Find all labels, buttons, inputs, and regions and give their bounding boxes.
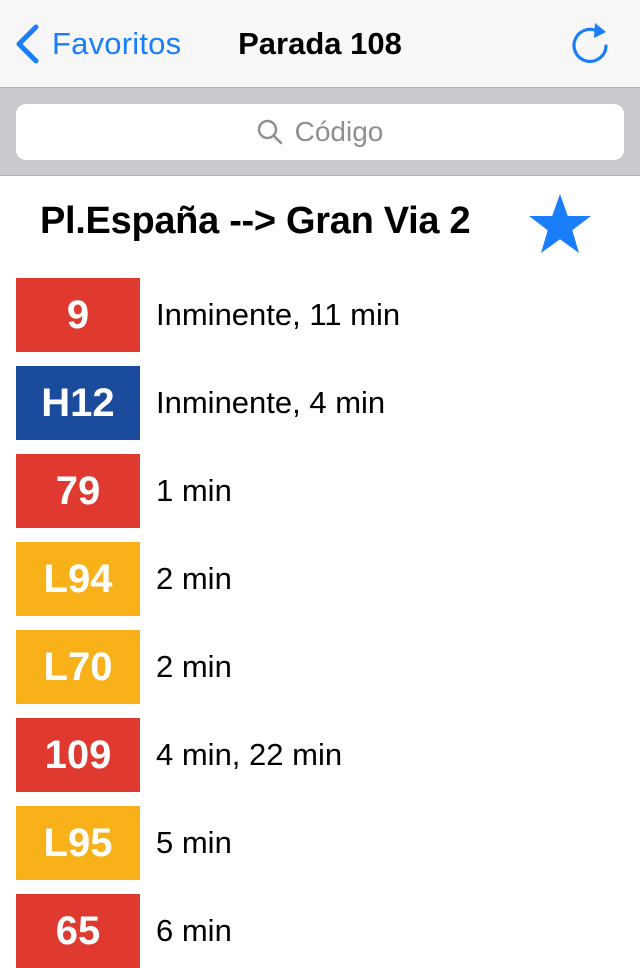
arrival-times: Inminente, 4 min bbox=[156, 385, 386, 420]
route-row[interactable]: 109 4 min, 22 min bbox=[0, 718, 640, 792]
arrival-times: 6 min bbox=[156, 913, 232, 948]
arrival-times: 4 min, 22 min bbox=[156, 737, 343, 772]
arrival-times: Inminente, 11 min bbox=[156, 297, 401, 332]
line-badge: 109 bbox=[16, 718, 140, 792]
route-row[interactable]: L94 2 min bbox=[0, 542, 640, 616]
refresh-button[interactable] bbox=[568, 20, 612, 66]
route-row[interactable]: 9 Inminente, 11 min bbox=[0, 278, 640, 352]
page-title: Parada 108 bbox=[0, 22, 640, 66]
arrival-times: 2 min bbox=[156, 649, 232, 684]
star-icon[interactable] bbox=[528, 192, 592, 256]
route-row[interactable]: L95 5 min bbox=[0, 806, 640, 880]
line-badge: 9 bbox=[16, 278, 140, 352]
route-row[interactable]: 79 1 min bbox=[0, 454, 640, 528]
arrival-times: 2 min bbox=[156, 561, 232, 596]
line-badge: L70 bbox=[16, 630, 140, 704]
search-input[interactable]: Código bbox=[16, 104, 624, 160]
search-bar: Código bbox=[0, 88, 640, 176]
stop-header: Pl.España --> Gran Via 2 bbox=[0, 176, 640, 274]
line-badge: H12 bbox=[16, 366, 140, 440]
line-badge: L94 bbox=[16, 542, 140, 616]
route-row[interactable]: 65 6 min bbox=[0, 894, 640, 968]
page-title-text: Parada 108 bbox=[238, 26, 402, 61]
stop-name: Pl.España --> Gran Via 2 bbox=[40, 200, 471, 242]
line-badge: 79 bbox=[16, 454, 140, 528]
refresh-icon bbox=[572, 23, 608, 63]
route-row[interactable]: L70 2 min bbox=[0, 630, 640, 704]
route-row[interactable]: H12 Inminente, 4 min bbox=[0, 366, 640, 440]
search-icon bbox=[257, 119, 282, 145]
search-placeholder: Código bbox=[294, 116, 384, 147]
arrival-times: 5 min bbox=[156, 825, 232, 860]
line-badge: 65 bbox=[16, 894, 140, 968]
line-badge: L95 bbox=[16, 806, 140, 880]
navigation-bar: Favoritos Parada 108 bbox=[0, 0, 640, 88]
arrival-times: 1 min bbox=[156, 473, 232, 508]
